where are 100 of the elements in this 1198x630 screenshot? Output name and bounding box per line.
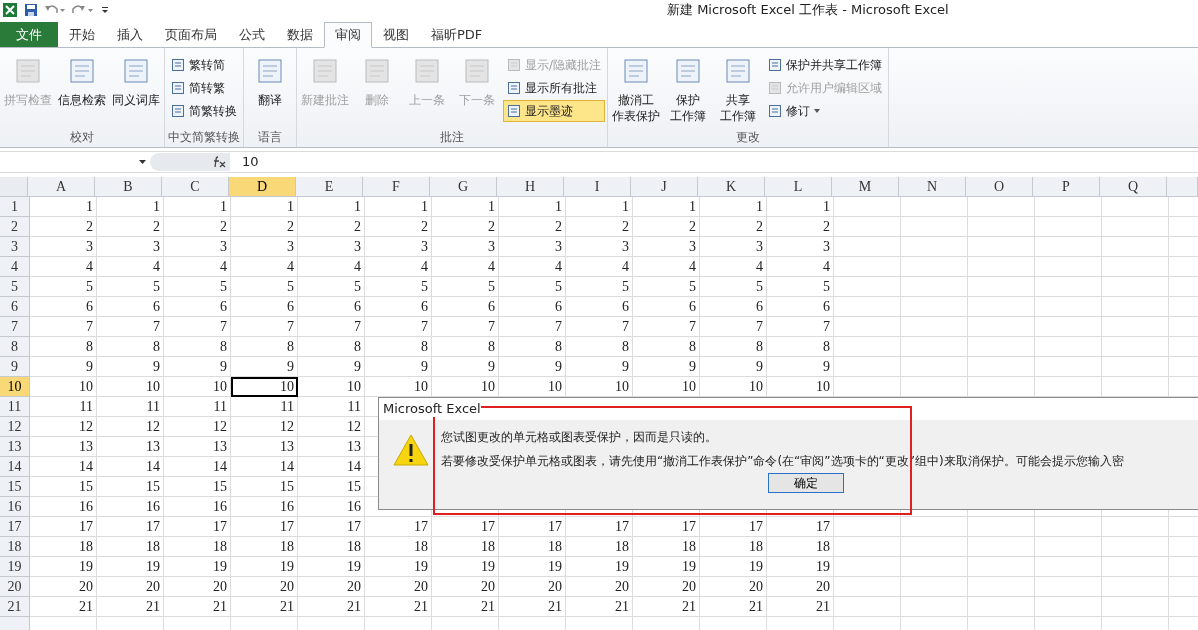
ribbon-tab[interactable]: 审阅: [324, 22, 372, 48]
table-cell: 9: [30, 357, 97, 377]
table-cell: 17: [298, 517, 365, 537]
table-cell: 2: [164, 217, 231, 237]
column-header[interactable]: H: [497, 177, 564, 197]
row-header[interactable]: 16: [0, 497, 30, 517]
table-cell: 10: [30, 377, 97, 397]
table-cell: 6: [700, 297, 767, 317]
column-header[interactable]: A: [28, 177, 95, 197]
table-cell: 9: [97, 357, 164, 377]
ribbon-button[interactable]: 保护 工作簿: [664, 52, 713, 126]
row-header[interactable]: 7: [0, 317, 30, 337]
ribbon-small-button[interactable]: 保护并共享工作簿: [764, 54, 887, 76]
ribbon-tab[interactable]: 开始: [58, 22, 106, 48]
ribbon-small-button[interactable]: 繁转简: [167, 54, 241, 76]
row-header[interactable]: 2: [0, 217, 30, 237]
ok-button[interactable]: 确定: [768, 473, 844, 493]
table-cell: [834, 337, 901, 357]
column-header[interactable]: E: [296, 177, 363, 197]
row-header[interactable]: 19: [0, 557, 30, 577]
ribbon-small-button[interactable]: 显示所有批注: [503, 77, 606, 99]
ribbon-button[interactable]: 信息检索: [56, 52, 108, 110]
row-header[interactable]: 15: [0, 477, 30, 497]
column-header[interactable]: B: [95, 177, 162, 197]
table-cell: [834, 277, 901, 297]
column-header[interactable]: K: [698, 177, 765, 197]
table-cell: 19: [298, 557, 365, 577]
table-cell: 18: [499, 537, 566, 557]
table-cell: 18: [767, 537, 834, 557]
row-header[interactable]: 17: [0, 517, 30, 537]
file-tab[interactable]: 文件: [0, 22, 58, 47]
column-header[interactable]: D: [229, 177, 296, 197]
column-header[interactable]: Q: [1100, 177, 1167, 197]
row-header[interactable]: 10: [0, 377, 30, 397]
document-icon: [507, 104, 521, 118]
caret-icon: [139, 160, 146, 164]
table-cell: 5: [499, 277, 566, 297]
column-header[interactable]: J: [631, 177, 698, 197]
function-icon[interactable]: [212, 156, 226, 168]
row-header[interactable]: 8: [0, 337, 30, 357]
table-cell: 10: [231, 377, 298, 397]
column-header[interactable]: G: [430, 177, 497, 197]
table-cell: [968, 297, 1035, 317]
table-cell: 5: [365, 277, 432, 297]
formula-field[interactable]: 10: [230, 153, 1198, 171]
table-cell: 1: [30, 197, 97, 217]
table-cell: 19: [432, 557, 499, 577]
column-header[interactable]: L: [765, 177, 832, 197]
row-header[interactable]: 11: [0, 397, 30, 417]
ribbon-tab[interactable]: 页面布局: [154, 22, 228, 48]
ribbon-tab[interactable]: 插入: [106, 22, 154, 48]
table-cell: 2: [566, 217, 633, 237]
column-header[interactable]: M: [832, 177, 899, 197]
table-cell: 9: [633, 357, 700, 377]
table-cell: 4: [231, 257, 298, 277]
table-cell: [901, 537, 968, 557]
table-cell: 21: [432, 597, 499, 617]
row-header[interactable]: 9: [0, 357, 30, 377]
table-cell: [834, 297, 901, 317]
ribbon-tab[interactable]: 数据: [276, 22, 324, 48]
column-header[interactable]: O: [966, 177, 1033, 197]
row-header[interactable]: 5: [0, 277, 30, 297]
column-header[interactable]: C: [162, 177, 229, 197]
column-header[interactable]: N: [899, 177, 966, 197]
excel-logo-icon[interactable]: [2, 2, 18, 18]
column-header[interactable]: F: [363, 177, 430, 197]
table-cell: 12: [97, 417, 164, 437]
ribbon-small-button[interactable]: 简繁转换: [167, 100, 241, 122]
row-header[interactable]: 6: [0, 297, 30, 317]
table-cell: 21: [365, 597, 432, 617]
ribbon-button[interactable]: 撤消工 作表保护: [610, 52, 663, 126]
row-header[interactable]: 4: [0, 257, 30, 277]
ribbon-tab[interactable]: 视图: [372, 22, 420, 48]
row-header[interactable]: 21: [0, 597, 30, 617]
ribbon-tab[interactable]: 公式: [228, 22, 276, 48]
column-header[interactable]: P: [1033, 177, 1100, 197]
row-header[interactable]: 14: [0, 457, 30, 477]
ribbon-button[interactable]: 翻译: [246, 52, 294, 110]
row-header[interactable]: 12: [0, 417, 30, 437]
ribbon-button[interactable]: 共享 工作簿: [714, 52, 763, 126]
column-header[interactable]: I: [564, 177, 631, 197]
row-header[interactable]: 20: [0, 577, 30, 597]
table-cell: 6: [97, 297, 164, 317]
ribbon-button[interactable]: 同义词库: [110, 52, 162, 110]
table-cell: 5: [30, 277, 97, 297]
ribbon-small-button[interactable]: 显示墨迹: [503, 100, 606, 122]
table-cell: 3: [365, 237, 432, 257]
ribbon-small-button[interactable]: 简转繁: [167, 77, 241, 99]
save-icon[interactable]: [24, 3, 38, 17]
ribbon-small-button[interactable]: 修订: [764, 100, 887, 122]
table-cell: 4: [164, 257, 231, 277]
table-cell: 1: [499, 197, 566, 217]
row-header[interactable]: 13: [0, 437, 30, 457]
row-header[interactable]: 1: [0, 197, 30, 217]
table-cell: 14: [231, 457, 298, 477]
table-cell: 10: [298, 377, 365, 397]
row-header[interactable]: 18: [0, 537, 30, 557]
row-header[interactable]: 3: [0, 237, 30, 257]
table-cell: 12: [298, 417, 365, 437]
ribbon-tab[interactable]: 福昕PDF: [420, 22, 494, 48]
